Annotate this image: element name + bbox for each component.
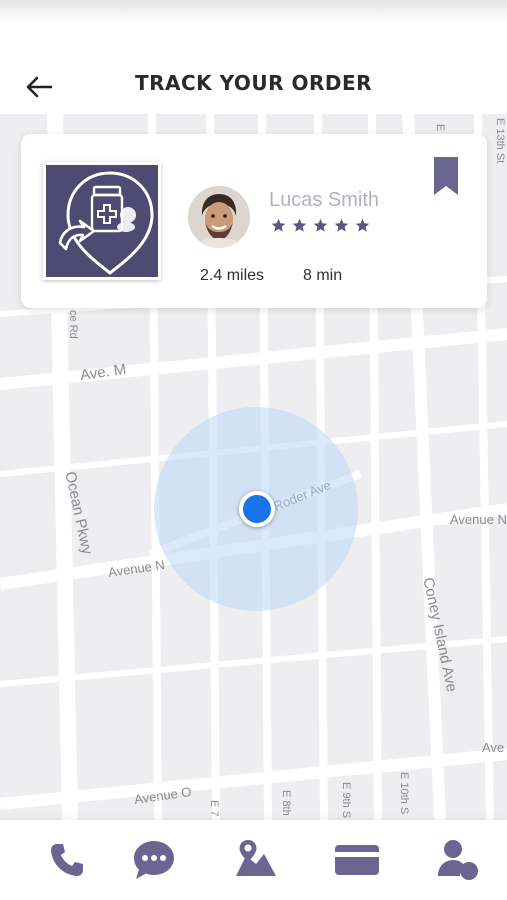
- status-bar: [0, 0, 507, 22]
- call-button[interactable]: [37, 832, 97, 888]
- eta-value: 8 min: [303, 267, 343, 284]
- bottom-nav: [0, 820, 507, 900]
- pharmacy-logo: [43, 162, 161, 280]
- street-label: Ave: [482, 740, 505, 755]
- page-title: TRACK YOUR ORDER: [134, 71, 373, 95]
- driver-rating: [271, 218, 370, 233]
- street-label: E 7: [208, 800, 220, 817]
- street-label: E 13th St: [494, 118, 506, 164]
- driver-info-card: Lucas Smith 2.4 miles 8 min: [21, 134, 487, 308]
- distance-value: 2.4 miles: [200, 267, 265, 284]
- bookmark-button[interactable]: [433, 156, 459, 196]
- chat-button[interactable]: [124, 832, 184, 888]
- street-label: ce Rd: [67, 310, 79, 339]
- chat-icon: [134, 841, 174, 879]
- street-label: E 9th S: [340, 782, 352, 819]
- star-icon: [271, 218, 286, 232]
- bookmark-icon: [434, 157, 458, 195]
- driver-name: Lucas Smith: [269, 189, 380, 211]
- payment-button[interactable]: [327, 832, 387, 888]
- pharmacy-location-pin-icon: [58, 171, 154, 275]
- street-label: E: [434, 124, 446, 132]
- street-label: E 10th S: [398, 772, 410, 815]
- avatar: [188, 186, 250, 248]
- header: TRACK YOUR ORDER: [0, 44, 507, 114]
- star-icon: [292, 218, 307, 232]
- user-icon: [438, 840, 478, 880]
- star-icon: [313, 218, 328, 232]
- street-label: Avenue N: [450, 512, 507, 527]
- credit-card-icon: [335, 845, 379, 875]
- street-label: E 8th: [280, 790, 292, 816]
- map-pin-icon: [236, 840, 276, 876]
- current-location-marker[interactable]: [239, 491, 275, 527]
- star-icon: [355, 218, 370, 232]
- track-button[interactable]: [225, 832, 285, 888]
- phone-icon: [51, 844, 83, 876]
- driver-photo-icon: [188, 186, 250, 248]
- profile-button[interactable]: [428, 832, 488, 888]
- star-icon: [334, 218, 349, 232]
